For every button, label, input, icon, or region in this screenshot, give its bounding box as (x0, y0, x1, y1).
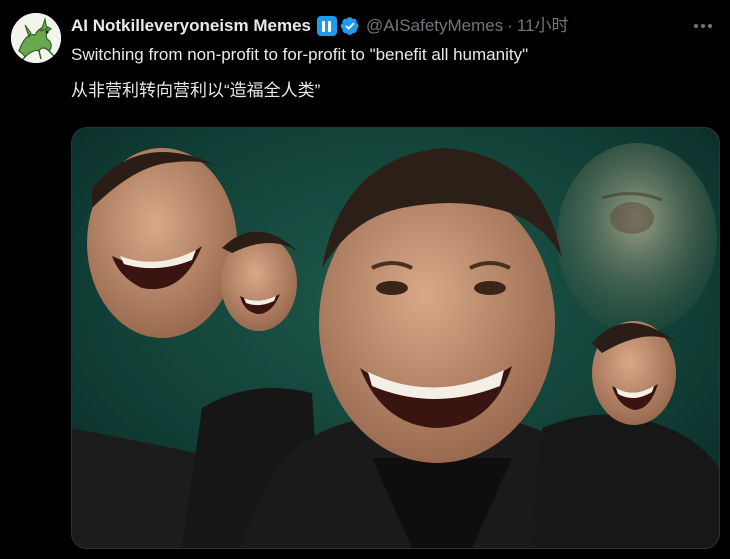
author-display-name[interactable]: AI Notkilleveryoneism Memes (71, 15, 311, 37)
tweet-text-line-chinese: 从非营利转向营利以“造福全人类” (71, 81, 321, 100)
tweet-timestamp[interactable]: 11小时 (517, 15, 569, 37)
author-handle[interactable]: @AISafetyMemes (366, 15, 503, 37)
tweet-media-image[interactable] (71, 127, 720, 549)
verified-badge-icon[interactable] (340, 16, 360, 36)
header-separator: · (507, 16, 513, 35)
author-avatar[interactable] (11, 13, 61, 63)
green-dragon-avatar-icon (11, 13, 61, 63)
pause-badge-icon (316, 16, 337, 36)
tweet-text: Switching from non-profit to for-profit … (71, 43, 711, 115)
tweet-text-line-english: Switching from non-profit to for-profit … (71, 45, 529, 64)
more-options-icon[interactable] (692, 15, 714, 37)
laughing-faces-collage-image (72, 128, 719, 548)
tweet-card[interactable]: AI Notkilleveryoneism Memes @AISafetyMem… (0, 0, 730, 559)
tweet-header: AI Notkilleveryoneism Memes @AISafetyMem… (71, 15, 569, 37)
